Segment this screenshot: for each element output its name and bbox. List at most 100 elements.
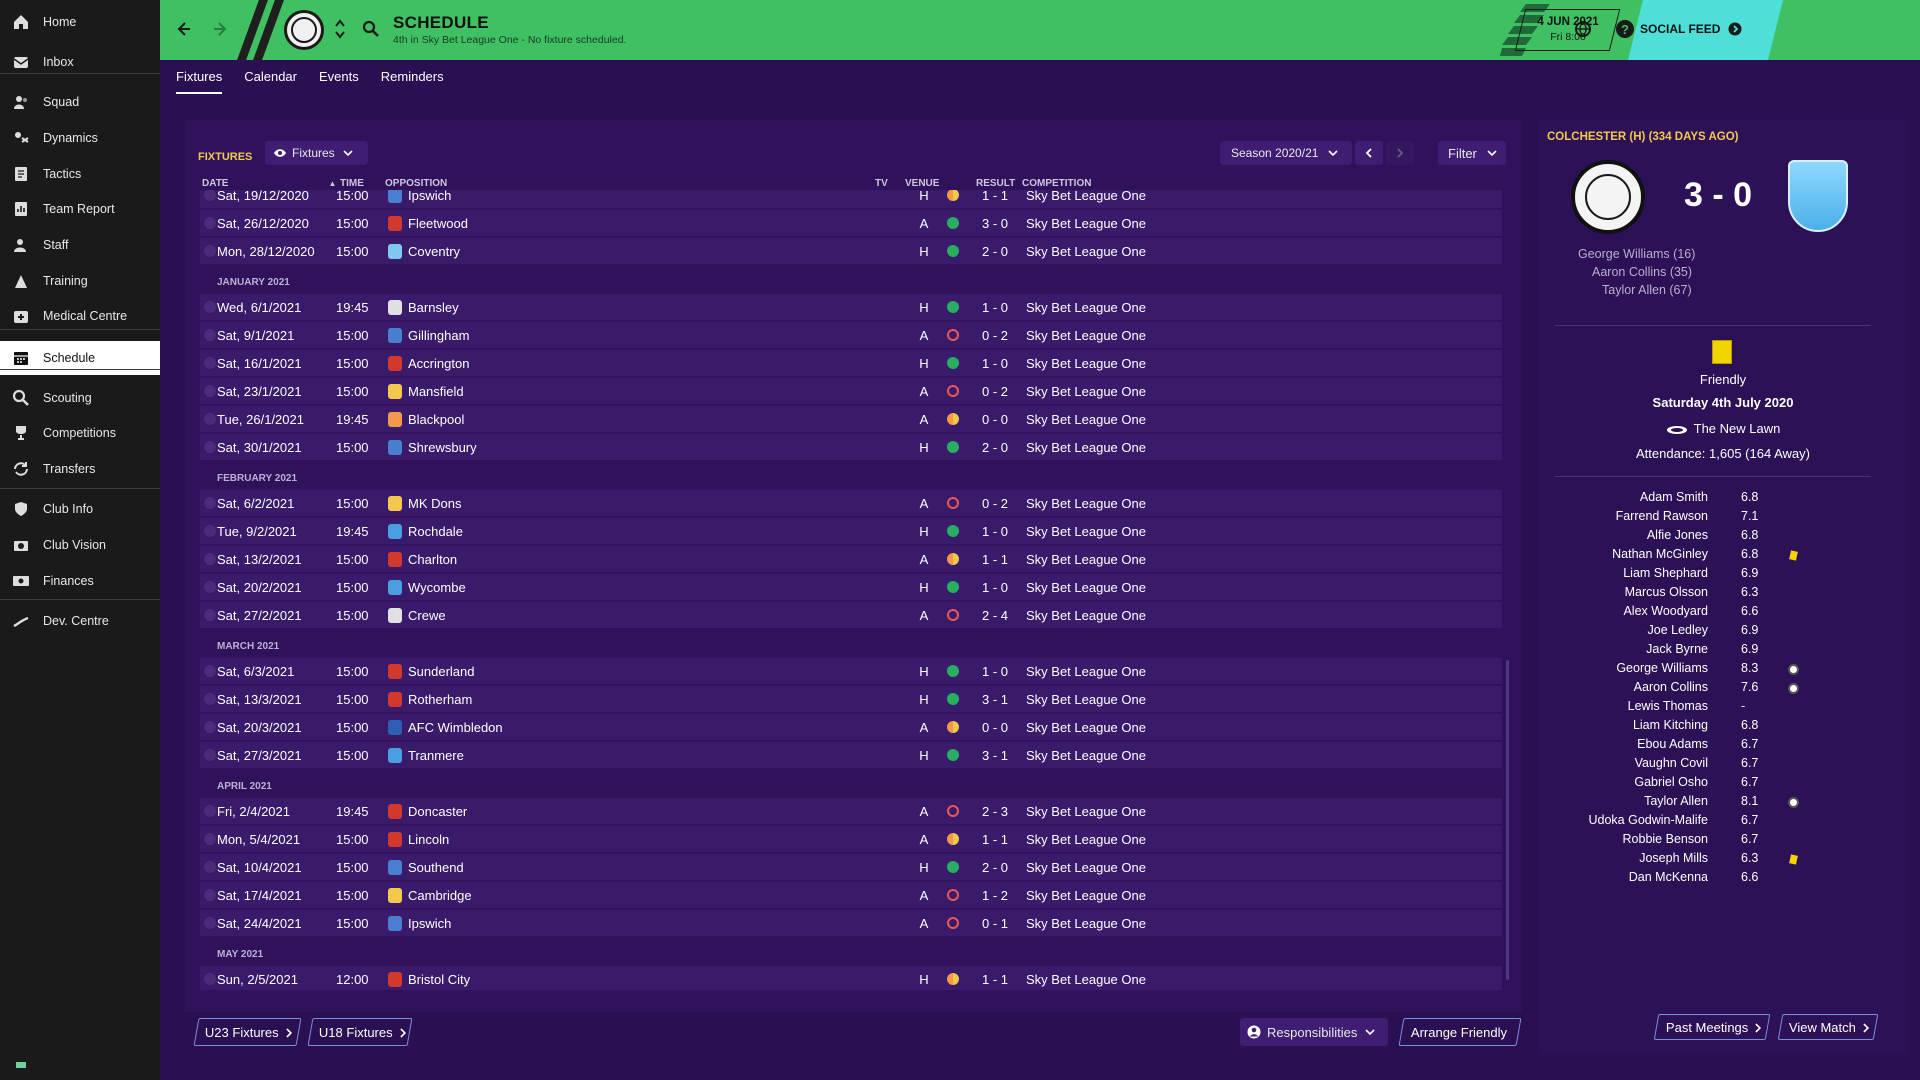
fixture-row[interactable]: Sat, 13/2/2021 15:00 Charlton A 1 - 1 Sky Bet… [200, 546, 1502, 572]
row-select-dot[interactable] [204, 301, 216, 313]
fixture-row[interactable]: Sat, 19/12/2020 15:00 Ipswich H 1 - 1 Sky Bet… [200, 190, 1502, 208]
lineup-player-name[interactable]: Vaughn Covil [1635, 756, 1708, 770]
row-select-dot[interactable] [204, 609, 216, 621]
fixture-row[interactable]: Sat, 27/2/2021 15:00 Crewe A 2 - 4 Sky Bet Le… [200, 602, 1502, 628]
row-select-dot[interactable] [204, 497, 216, 509]
opponent-name[interactable]: Barnsley [408, 300, 459, 315]
row-select-dot[interactable] [204, 190, 216, 201]
column-header-time[interactable]: TIME [340, 178, 364, 189]
fixture-competition[interactable]: Sky Bet League One [1026, 244, 1146, 259]
opponent-name[interactable]: Lincoln [408, 832, 449, 847]
lineup-player-name[interactable]: Joe Ledley [1648, 623, 1708, 637]
fixture-competition[interactable]: Sky Bet League One [1026, 190, 1146, 203]
opponent-name[interactable]: Blackpool [408, 412, 464, 427]
fixture-competition[interactable]: Sky Bet League One [1026, 328, 1146, 343]
column-header-tv[interactable]: TV [875, 178, 888, 189]
fixture-row[interactable]: Sat, 20/3/2021 15:00 AFC Wimbledon A 0 - 0 Sk… [200, 714, 1502, 740]
row-select-dot[interactable] [204, 329, 216, 341]
row-select-dot[interactable] [204, 441, 216, 453]
sidebar-item-dynamics[interactable]: Dynamics [0, 121, 160, 155]
fixture-row[interactable]: Sat, 9/1/2021 15:00 Gillingham A 0 - 2 Sky Be… [200, 322, 1502, 348]
fixture-row[interactable]: Tue, 9/2/2021 19:45 Rochdale H 1 - 0 Sky Bet … [200, 518, 1502, 544]
sidebar-item-club-info[interactable]: Club Info [0, 492, 160, 526]
sidebar-item-scouting[interactable]: Scouting [0, 381, 160, 415]
row-select-dot[interactable] [204, 665, 216, 677]
lineup-player-name[interactable]: Liam Kitching [1633, 718, 1708, 732]
column-header-date[interactable]: DATE ▲ [202, 178, 336, 189]
opponent-name[interactable]: Bristol City [408, 972, 470, 987]
lineup-player-name[interactable]: George Williams [1616, 661, 1708, 675]
row-select-dot[interactable] [204, 917, 216, 929]
lineup-player-name[interactable]: Marcus Olsson [1625, 585, 1708, 599]
opponent-name[interactable]: Mansfield [408, 384, 464, 399]
fixture-competition[interactable]: Sky Bet League One [1026, 356, 1146, 371]
lineup-player-name[interactable]: Taylor Allen [1644, 794, 1708, 808]
season-dropdown[interactable]: Season 2020/21 [1220, 141, 1352, 165]
fixtures-view-dropdown[interactable]: Fixtures [265, 141, 368, 165]
sidebar-item-club-vision[interactable]: Club Vision [0, 528, 160, 562]
lineup-player-name[interactable]: Joseph Mills [1639, 851, 1708, 865]
fixture-row[interactable]: Mon, 5/4/2021 15:00 Lincoln A 1 - 1 Sky Bet L… [200, 826, 1502, 852]
home-club-badge[interactable] [1571, 160, 1645, 234]
opponent-name[interactable]: Sunderland [408, 664, 475, 679]
sidebar-item-medical-centre[interactable]: Medical Centre [0, 299, 160, 333]
lineup-player-name[interactable]: Aaron Collins [1634, 680, 1708, 694]
row-select-dot[interactable] [204, 245, 216, 257]
sidebar-item-finances[interactable]: Finances [0, 564, 160, 598]
sidebar-item-tactics[interactable]: Tactics [0, 157, 160, 191]
past-meetings-button[interactable]: Past Meetings [1653, 1014, 1771, 1040]
fixture-row[interactable]: Sat, 27/3/2021 15:00 Tranmere H 3 - 1 Sky Bet… [200, 742, 1502, 768]
row-select-dot[interactable] [204, 749, 216, 761]
sidebar-item-home[interactable]: Home [0, 5, 160, 39]
opponent-name[interactable]: Tranmere [408, 748, 464, 763]
fixture-competition[interactable]: Sky Bet League One [1026, 832, 1146, 847]
previous-season-button[interactable] [1355, 141, 1383, 165]
fixture-row[interactable]: Sat, 17/4/2021 15:00 Cambridge A 1 - 2 Sky Be… [200, 882, 1502, 908]
sidebar-item-transfers[interactable]: Transfers [0, 452, 160, 486]
column-header-venue[interactable]: VENUE [905, 178, 939, 189]
fixture-row[interactable]: Sat, 30/1/2021 15:00 Shrewsbury H 2 - 0 Sky B… [200, 434, 1502, 460]
opponent-name[interactable]: Southend [408, 860, 464, 875]
row-select-dot[interactable] [204, 833, 216, 845]
lineup-player-name[interactable]: Nathan McGinley [1612, 547, 1708, 561]
fixture-row[interactable]: Sat, 6/3/2021 15:00 Sunderland H 1 - 0 Sky Be… [200, 658, 1502, 684]
opponent-name[interactable]: MK Dons [408, 496, 461, 511]
sidebar-item-team-report[interactable]: Team Report [0, 192, 160, 226]
opponent-name[interactable]: Charlton [408, 552, 457, 567]
u23-fixtures-button[interactable]: U23 Fixtures [193, 1018, 302, 1046]
fixture-competition[interactable]: Sky Bet League One [1026, 440, 1146, 455]
lineup-player-name[interactable]: Udoka Godwin-Malife [1589, 813, 1709, 827]
fixture-competition[interactable]: Sky Bet League One [1026, 524, 1146, 539]
column-header-competition[interactable]: COMPETITION [1022, 178, 1091, 189]
tab-reminders[interactable]: Reminders [373, 60, 452, 94]
u18-fixtures-button[interactable]: U18 Fixtures [307, 1018, 413, 1046]
fixture-competition[interactable]: Sky Bet League One [1026, 580, 1146, 595]
opponent-name[interactable]: Fleetwood [408, 216, 468, 231]
fixture-competition[interactable]: Sky Bet League One [1026, 496, 1146, 511]
social-feed-label[interactable]: SOCIAL FEED [1640, 22, 1742, 36]
fixture-competition[interactable]: Sky Bet League One [1026, 804, 1146, 819]
lineup-player-name[interactable]: Liam Shephard [1623, 566, 1708, 580]
lineup-player-name[interactable]: Adam Smith [1640, 490, 1708, 504]
sidebar-item-squad[interactable]: Squad [0, 85, 160, 119]
fixture-competition[interactable]: Sky Bet League One [1026, 748, 1146, 763]
fixture-row[interactable]: Wed, 6/1/2021 19:45 Barnsley H 1 - 0 Sky Bet … [200, 294, 1502, 320]
row-select-dot[interactable] [204, 693, 216, 705]
arrange-friendly-button[interactable]: Arrange Friendly [1398, 1018, 1522, 1046]
fixture-competition[interactable]: Sky Bet League One [1026, 916, 1146, 931]
sidebar-item-dev-centre[interactable]: Dev. Centre [0, 604, 160, 638]
fixture-competition[interactable]: Sky Bet League One [1026, 552, 1146, 567]
tab-events[interactable]: Events [311, 60, 367, 94]
fixture-competition[interactable]: Sky Bet League One [1026, 860, 1146, 875]
fixture-competition[interactable]: Sky Bet League One [1026, 972, 1146, 987]
row-select-dot[interactable] [204, 581, 216, 593]
sidebar-item-staff[interactable]: Staff [0, 228, 160, 262]
away-club-badge[interactable] [1788, 160, 1848, 232]
opponent-name[interactable]: Gillingham [408, 328, 469, 343]
lineup-player-name[interactable]: Farrend Rawson [1616, 509, 1708, 523]
opponent-name[interactable]: Shrewsbury [408, 440, 477, 455]
fixture-competition[interactable]: Sky Bet League One [1026, 888, 1146, 903]
fixture-competition[interactable]: Sky Bet League One [1026, 384, 1146, 399]
opponent-name[interactable]: Rochdale [408, 524, 463, 539]
club-badge[interactable] [284, 10, 324, 50]
